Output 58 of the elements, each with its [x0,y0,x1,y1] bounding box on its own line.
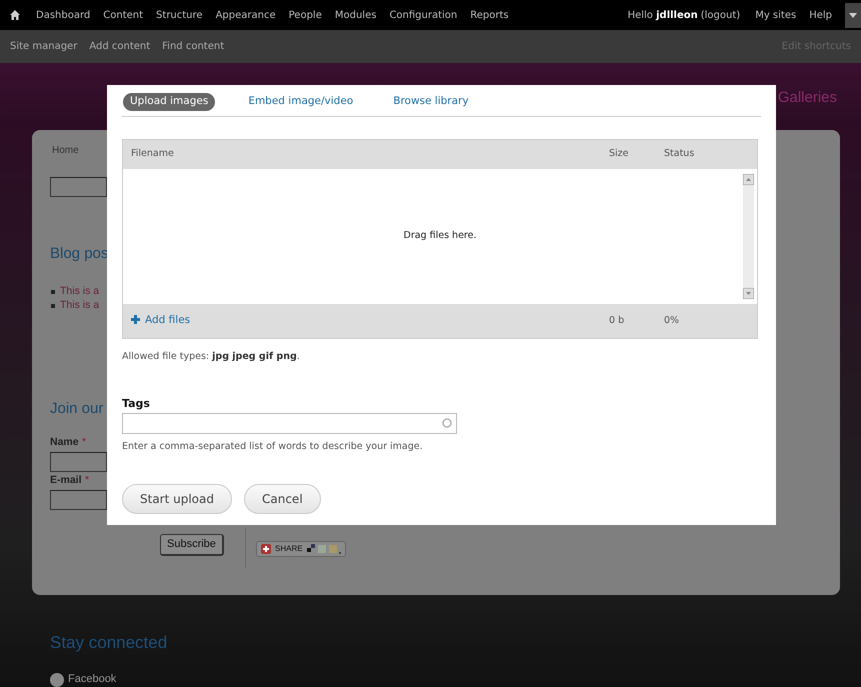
sidebar-heading: Galleries [778,88,837,108]
total-status: 0% [664,314,680,328]
share-button[interactable]: SHARE [256,541,346,557]
logout-link[interactable]: (logout) [700,8,740,22]
field-label: Name [50,435,79,450]
total-size: 0 b [609,314,626,328]
allowed-types-text: Allowed file types: jpg jpeg gif png. [122,350,301,364]
bullet-icon [51,304,55,308]
toolbar-link[interactable]: Help [809,8,832,22]
tags-label: Tags [122,396,151,412]
shortcut-link[interactable]: Site manager [10,39,78,54]
toolbar-menu-item[interactable]: People [288,8,322,22]
required-mark: * [82,435,86,450]
home-icon[interactable] [10,10,20,20]
required-mark: * [85,473,90,488]
autocomplete-icon [442,418,452,428]
greeting-text: Hello jdllleon [628,8,698,22]
start-upload-button[interactable]: Start upload [122,484,232,514]
toolbar-menu-item[interactable]: Content [103,8,144,22]
cancel-button[interactable]: Cancel [244,484,321,514]
block-heading: Blog pos [50,244,108,264]
footer-heading: Stay connected [50,632,168,654]
dropdown-toggle-icon[interactable] [845,2,861,28]
search-field[interactable] [50,177,107,197]
dialog-tab[interactable]: Upload images [123,93,216,111]
add-files-link[interactable]: Add files [131,312,609,329]
plus-icon [261,544,271,554]
service-icons [306,544,341,554]
facebook-icon [50,673,64,687]
shortcut-link[interactable]: Find content [162,39,224,54]
text-field[interactable] [50,490,107,510]
shortcut-link[interactable]: Add content [89,39,150,54]
block-heading: Join our [50,399,104,419]
scroll-up-icon[interactable] [743,174,754,185]
toolbar-menu-item[interactable]: Modules [334,8,376,22]
dialog-tab[interactable]: Browse library [386,93,476,111]
toolbar-menu-item[interactable]: Configuration [389,8,458,22]
tags-field[interactable] [122,412,457,434]
toolbar-menu-item[interactable]: Dashboard [36,8,90,22]
toolbar-menu-item[interactable]: Reports [470,8,509,22]
text-field[interactable] [50,452,107,472]
scrollbar[interactable] [743,174,754,299]
column-header: Filename [131,147,175,162]
dialog-tab[interactable]: Embed image/video [241,93,360,111]
subscribe-button[interactable]: Subscribe [160,534,224,556]
plus-icon [131,314,140,324]
toolbar-menu-item[interactable]: Structure [156,8,203,22]
drop-hint: Drag files here. [404,229,476,244]
toolbar-menu-item[interactable]: Appearance [216,8,276,22]
bullet-icon [51,290,55,294]
field-label: E-mail [50,473,82,488]
tags-description: Enter a comma-separated list of words to describe your image. [122,440,424,454]
footer-link[interactable]: Facebook [68,671,116,687]
column-header: Size [609,147,630,162]
share-label: SHARE [275,543,303,555]
scroll-down-icon[interactable] [743,288,754,299]
column-header: Status [664,147,696,162]
toolbar-link[interactable]: My sites [755,8,796,22]
